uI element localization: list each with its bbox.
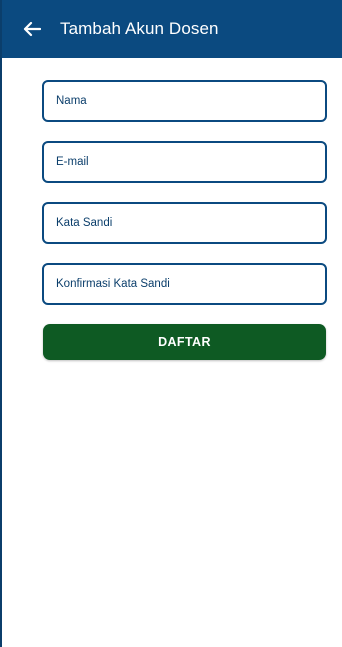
- name-field[interactable]: [42, 80, 327, 122]
- email-field[interactable]: [42, 141, 327, 183]
- app-frame: Tambah Akun Dosen DAFTAR: [0, 0, 342, 647]
- register-button[interactable]: DAFTAR: [43, 324, 326, 360]
- password-field[interactable]: [42, 202, 327, 244]
- name-input[interactable]: [56, 95, 313, 107]
- confirm-password-field[interactable]: [42, 263, 327, 305]
- back-button[interactable]: [16, 13, 48, 45]
- email-input[interactable]: [56, 156, 313, 168]
- page-title: Tambah Akun Dosen: [60, 19, 219, 38]
- arrow-left-icon: [23, 21, 41, 37]
- confirm-password-input[interactable]: [56, 278, 313, 290]
- register-form: DAFTAR: [42, 80, 327, 360]
- password-input[interactable]: [56, 217, 313, 229]
- app-bar: Tambah Akun Dosen: [2, 0, 342, 58]
